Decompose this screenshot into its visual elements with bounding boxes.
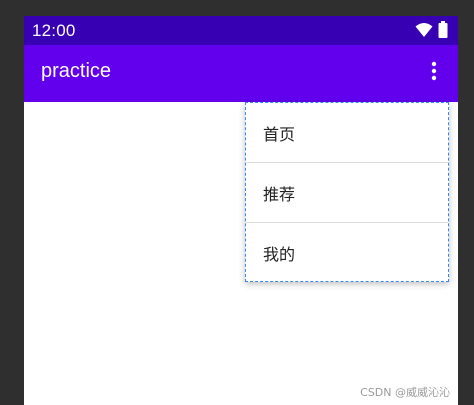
menu-item-label: 推荐 — [263, 184, 296, 204]
status-bar: 12:00 — [24, 16, 458, 45]
phone-screen: 12:00 practice 首页 推荐 我的 CSDN @威威沁沁 — [24, 16, 458, 405]
menu-item-home[interactable]: 首页 — [246, 103, 448, 163]
menu-item-mine[interactable]: 我的 — [246, 223, 448, 283]
battery-icon — [438, 21, 448, 42]
app-bar: practice — [24, 45, 458, 102]
overflow-menu-button[interactable] — [418, 57, 450, 89]
menu-item-label: 我的 — [263, 245, 296, 264]
status-icons — [415, 21, 448, 42]
watermark: CSDN @威威沁沁 — [360, 386, 450, 399]
app-title: practice — [41, 60, 112, 82]
menu-item-label: 首页 — [263, 124, 296, 144]
wifi-icon — [415, 22, 433, 42]
menu-item-recommend[interactable]: 推荐 — [246, 163, 448, 223]
overflow-popup-menu: 首页 推荐 我的 — [245, 102, 449, 282]
more-vert-icon — [431, 61, 437, 85]
status-time: 12:00 — [32, 21, 76, 40]
